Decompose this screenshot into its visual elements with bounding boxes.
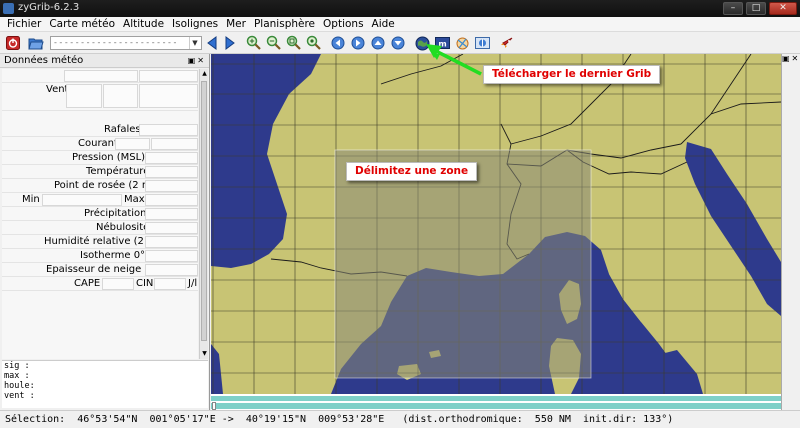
timeline-slider[interactable] [211, 403, 781, 409]
right-dock: ▣✕ [781, 54, 800, 410]
download-grib-callout: Télécharger le dernier Grib [483, 65, 661, 84]
rocket-icon[interactable] [498, 35, 514, 51]
scroll-up-icon[interactable]: ▲ [200, 69, 209, 79]
label-humidite: Humidité relative (2 m) [44, 236, 161, 247]
date-combo-value: - - - - - - - - - - - - - - - - - - - - … [54, 38, 177, 47]
extra-line: vent : [4, 391, 35, 401]
menu-planisphere[interactable]: Planisphère [250, 17, 319, 31]
label-precipitations: Précipitations [84, 208, 152, 219]
meteo-data-table: Vent Rafales Courant Pression (MSL) Temp… [2, 69, 198, 359]
next-icon[interactable] [222, 35, 238, 51]
label-max: Max [124, 194, 145, 205]
zoom-out-icon[interactable] [266, 35, 282, 51]
status-bar: Sélection: 46°53'54"N 001°05'17"E -> 40°… [0, 410, 800, 428]
left-icon[interactable] [330, 35, 346, 51]
label-epaisseur-neige: Epaisseur de neige [46, 264, 142, 275]
meteo-data-panel: Données météo ▣✕ Vent Rafales Courant Pr… [0, 54, 210, 410]
menu-fichier[interactable]: Fichier [3, 17, 45, 31]
label-nebulosite: Nébulosité [96, 222, 150, 233]
label-min: Min [22, 194, 40, 205]
label-point-de-rosee: Point de rosée (2 m) [54, 180, 156, 191]
extra-info-box: sig : max : houle: vent : [2, 360, 208, 408]
maximize-button[interactable]: □ [746, 2, 766, 15]
extra-line: sig : [4, 361, 30, 371]
label-cape: CAPE [74, 278, 101, 289]
down-icon[interactable] [390, 35, 406, 51]
menu-options[interactable]: Options [319, 17, 368, 31]
open-icon[interactable] [28, 35, 44, 51]
label-pression: Pression (MSL) [72, 152, 146, 163]
menu-mer[interactable]: Mer [222, 17, 250, 31]
up-icon[interactable] [370, 35, 386, 51]
time-bar [211, 394, 781, 410]
label-temperature: Température [86, 166, 150, 177]
minimize-button[interactable]: – [723, 2, 743, 15]
chevron-down-icon[interactable]: ▼ [189, 37, 200, 49]
panel-vertical-scrollbar[interactable]: ▲ ▼ [199, 69, 208, 359]
title-bar: zyGrib-6.2.3 – □ ✕ [0, 0, 800, 17]
menu-aide[interactable]: Aide [368, 17, 399, 31]
panel-title: Données météo [4, 55, 84, 66]
float-icon[interactable]: ▣ [188, 56, 198, 65]
arrow-tip-icon [426, 44, 482, 76]
prev-icon[interactable] [204, 35, 220, 51]
timeline-track[interactable] [211, 396, 781, 401]
menu-isolignes[interactable]: Isolignes [168, 17, 222, 31]
extra-line: max : [4, 371, 30, 381]
zoom-in-icon[interactable] [246, 35, 262, 51]
label-isotherme: Isotherme 0°C [80, 250, 153, 261]
zoom-all-icon[interactable] [306, 35, 322, 51]
label-rafales: Rafales [104, 124, 141, 135]
map-view[interactable]: Télécharger le dernier Grib Délimitez un… [211, 54, 781, 394]
label-courant: Courant [78, 138, 118, 149]
label-ji: J/l [188, 278, 198, 289]
selection-zone [334, 149, 592, 379]
toolbar: - - - - - - - - - - - - - - - - - - - - … [0, 32, 800, 54]
timeline-handle[interactable] [212, 402, 216, 410]
dock-buttons[interactable]: ▣✕ [782, 54, 800, 63]
label-cin: CIN [136, 278, 154, 289]
zone-callout: Délimitez une zone [346, 162, 478, 181]
right-icon[interactable] [350, 35, 366, 51]
menu-altitude[interactable]: Altitude [119, 17, 168, 31]
date-combo[interactable]: - - - - - - - - - - - - - - - - - - - - … [50, 36, 202, 50]
panel-title-bar: Données météo ▣✕ [0, 54, 209, 68]
menu-carte-meteo[interactable]: Carte météo [45, 17, 119, 31]
close-panel-icon[interactable]: ✕ [197, 56, 206, 65]
menu-bar: Fichier Carte météo Altitude Isolignes M… [0, 17, 800, 32]
close-button[interactable]: ✕ [769, 2, 797, 15]
app-icon [3, 3, 14, 14]
extra-line: houle: [4, 381, 35, 391]
scroll-down-icon[interactable]: ▼ [200, 349, 209, 359]
zoom-fit-icon[interactable] [286, 35, 302, 51]
power-icon[interactable] [5, 35, 21, 51]
window-title: zyGrib-6.2.3 [18, 2, 80, 13]
